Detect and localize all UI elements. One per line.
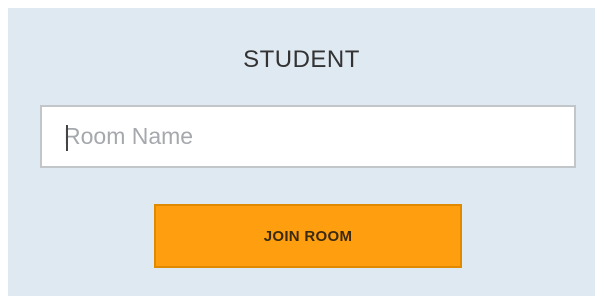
text-cursor <box>66 125 68 151</box>
room-name-input[interactable] <box>42 107 574 166</box>
panel-title: STUDENT <box>243 46 360 73</box>
room-name-field[interactable] <box>40 105 576 168</box>
join-room-button[interactable]: JOIN ROOM <box>154 204 462 268</box>
student-panel: STUDENT JOIN ROOM <box>8 8 595 296</box>
